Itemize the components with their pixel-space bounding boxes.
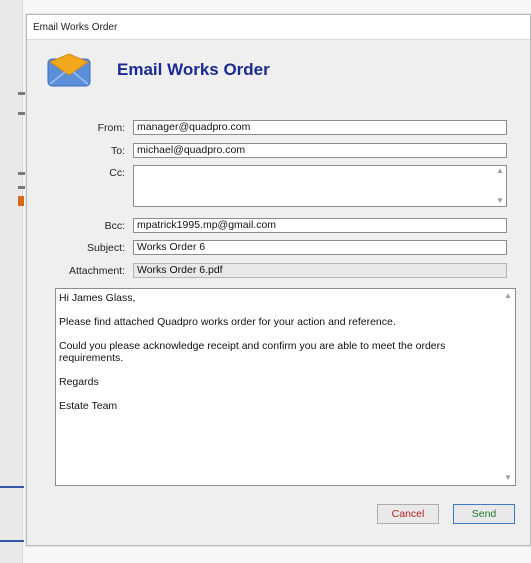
message-paragraph: Please find attached Quadpro works order… (59, 316, 396, 328)
background-marker (18, 112, 26, 115)
scroll-up-icon[interactable]: ▲ (496, 166, 504, 176)
scroll-down-icon[interactable]: ▼ (504, 473, 512, 483)
message-body[interactable]: Hi James Glass, Please find attached Qua… (55, 288, 516, 486)
from-field[interactable]: manager@quadpro.com (133, 120, 507, 135)
scroll-up-icon[interactable]: ▲ (504, 291, 512, 301)
cc-label: Cc: (109, 167, 125, 179)
dialog-titlebar: Email Works Order (27, 15, 530, 40)
background-marker (18, 92, 26, 95)
subject-row: Subject: Works Order 6 (27, 240, 507, 255)
to-row: To: michael@quadpro.com (27, 143, 507, 158)
send-button[interactable]: Send (453, 504, 515, 524)
to-field[interactable]: michael@quadpro.com (133, 143, 507, 158)
bcc-field[interactable]: mpatrick1995.mp@gmail.com (133, 218, 507, 233)
dialog-header: Email Works Order (47, 53, 270, 87)
bcc-label: Bcc: (104, 219, 125, 232)
message-signature: Estate Team (59, 400, 118, 412)
cc-scrollbar[interactable]: ▲ ▼ (494, 166, 506, 206)
background-orange-marker (18, 196, 24, 206)
message-scrollbar[interactable]: ▲ ▼ (501, 289, 515, 485)
attachment-field: Works Order 6.pdf (133, 263, 507, 278)
envelope-icon (47, 53, 91, 87)
message-regards: Regards (59, 376, 99, 388)
subject-field[interactable]: Works Order 6 (133, 240, 507, 255)
cancel-button[interactable]: Cancel (377, 504, 439, 524)
from-row: From: manager@quadpro.com (27, 120, 507, 135)
email-works-order-dialog: Email Works Order Email Works Order From… (26, 14, 531, 546)
cc-field[interactable]: ▲ ▼ (133, 165, 507, 207)
to-label: To: (110, 144, 125, 157)
background-blue-line (0, 540, 24, 542)
message-paragraph: Could you please acknowledge receipt and… (59, 340, 446, 364)
message-greeting: Hi James Glass, (59, 292, 136, 304)
attachment-row: Attachment: Works Order 6.pdf (27, 263, 507, 278)
dialog-heading: Email Works Order (117, 60, 270, 79)
dialog-title: Email Works Order (33, 21, 118, 33)
subject-label: Subject: (87, 241, 125, 254)
attachment-label: Attachment: (68, 264, 125, 277)
scroll-down-icon[interactable]: ▼ (496, 196, 504, 206)
background-blue-line (0, 486, 24, 488)
from-label: From: (97, 121, 125, 134)
cc-row: Cc: ▲ ▼ (27, 165, 507, 207)
background-side-panel (0, 0, 23, 563)
bcc-row: Bcc: mpatrick1995.mp@gmail.com (27, 218, 507, 233)
background-marker (18, 172, 26, 175)
background-marker (18, 186, 26, 189)
